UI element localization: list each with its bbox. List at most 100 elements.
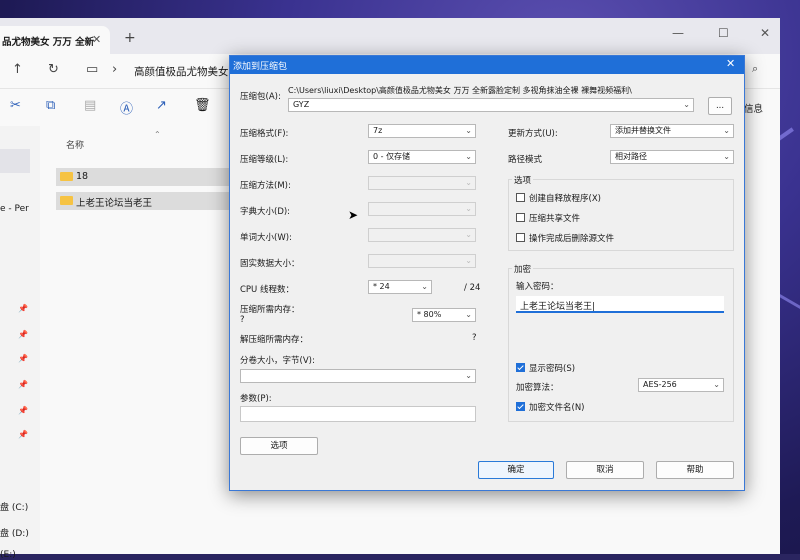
show-password-label[interactable]: 显示密码(S) xyxy=(529,362,575,374)
chevron-right-icon[interactable]: › xyxy=(112,62,117,77)
memory-usage-combo[interactable]: * 80% ⌄ xyxy=(412,308,476,322)
options-button[interactable]: 选项 xyxy=(240,437,318,455)
chevron-down-icon: ⌄ xyxy=(421,282,428,291)
archive-name-value: GYZ xyxy=(293,100,310,109)
pin-icon: 📌 xyxy=(18,330,28,339)
rename-icon[interactable]: Ⓐ xyxy=(120,98,133,117)
archive-path: C:\Users\liuxi\Desktop\高颜值极品尤物美女 万万 全新露脸… xyxy=(288,86,632,95)
search-icon[interactable]: ⌕ xyxy=(752,62,758,76)
details-label[interactable]: 信息 xyxy=(744,101,763,115)
format-combo[interactable]: 7z ⌄ xyxy=(368,124,476,138)
sidebar-selected-item[interactable] xyxy=(0,149,30,173)
split-size-label: 分卷大小，字节(V): xyxy=(240,356,315,366)
parameters-input[interactable] xyxy=(240,406,476,422)
update-mode-label: 更新方式(U): xyxy=(508,129,558,139)
cancel-button[interactable]: 取消 xyxy=(566,461,644,479)
mouse-pointer-icon: ➤ xyxy=(348,208,359,222)
help-button[interactable]: 帮助 xyxy=(656,461,734,479)
dict-size-label: 字典大小(D): xyxy=(240,207,291,217)
copy-icon[interactable]: ⧉ xyxy=(46,98,55,113)
decompress-memory-value: ? xyxy=(472,333,477,343)
shared-files-checkbox-label[interactable]: 压缩共享文件 xyxy=(529,212,580,224)
word-size-combo[interactable]: ⌄ xyxy=(368,228,476,242)
maximize-icon[interactable]: ☐ xyxy=(718,26,729,40)
method-combo[interactable]: ⌄ xyxy=(368,176,476,190)
sfx-checkbox-label[interactable]: 创建自释放程序(X) xyxy=(529,192,601,204)
dialog-title-bar: 添加到压缩包 ✕ xyxy=(230,56,744,74)
sidebar-item-drive-d[interactable]: 盘 (D:) xyxy=(0,526,29,539)
encryption-method-value: AES-256 xyxy=(643,380,677,389)
sfx-checkbox[interactable] xyxy=(516,193,525,202)
solid-size-combo[interactable]: ⌄ xyxy=(368,254,476,268)
cpu-threads-value: * 24 xyxy=(373,282,390,291)
cpu-threads-combo[interactable]: * 24 ⌄ xyxy=(368,280,432,294)
dialog-title: 添加到压缩包 xyxy=(233,62,288,72)
sidebar-item-drive-e[interactable]: (E:) xyxy=(0,550,16,560)
pin-icon: 📌 xyxy=(18,354,28,363)
update-mode-value: 添加并替换文件 xyxy=(615,126,671,135)
chevron-down-icon: ⌄ xyxy=(465,371,472,380)
cpu-threads-total: / 24 xyxy=(464,283,481,293)
sidebar-item-drive-c[interactable]: 盘 (C:) xyxy=(0,500,28,513)
file-name: 上老王论坛当老王 xyxy=(76,198,153,209)
encryption-group-title: 加密 xyxy=(512,263,534,275)
level-combo[interactable]: 0 - 仅存储 ⌄ xyxy=(368,150,476,164)
level-value: 0 - 仅存储 xyxy=(373,152,411,161)
tab-title: 品尤物美女 万万 全新 xyxy=(2,37,95,48)
method-label: 压缩方法(M): xyxy=(240,181,291,191)
show-password-checkbox[interactable] xyxy=(516,363,525,372)
path-mode-label: 路径模式 xyxy=(508,155,543,165)
ok-button[interactable]: 确定 xyxy=(478,461,554,479)
minimize-icon[interactable]: — xyxy=(672,26,684,40)
monitor-icon[interactable]: ▭ xyxy=(86,62,98,77)
new-tab-icon[interactable]: + xyxy=(124,30,136,46)
paste-icon[interactable]: ▤ xyxy=(84,98,96,113)
path-mode-value: 相对路径 xyxy=(615,152,647,161)
encryption-method-combo[interactable]: AES-256 ⌄ xyxy=(638,378,724,392)
encrypt-names-label[interactable]: 加密文件名(N) xyxy=(529,401,585,413)
share-icon[interactable]: ↗ xyxy=(156,98,167,113)
chevron-down-icon: ⌄ xyxy=(465,310,472,319)
path-mode-combo[interactable]: 相对路径 ⌄ xyxy=(610,150,734,164)
parameters-label: 参数(P): xyxy=(240,394,272,404)
close-dialog-icon[interactable]: ✕ xyxy=(726,57,735,70)
up-arrow-icon[interactable]: ↑ xyxy=(12,62,23,77)
format-value: 7z xyxy=(373,126,383,135)
pin-icon: 📌 xyxy=(18,304,28,313)
close-window-icon[interactable]: ✕ xyxy=(760,26,770,40)
pin-icon: 📌 xyxy=(18,380,28,389)
archive-name-combo[interactable]: GYZ ⌄ xyxy=(288,98,694,112)
list-item[interactable]: 18 xyxy=(56,168,232,186)
delete-after-checkbox-label[interactable]: 操作完成后删除源文件 xyxy=(529,232,614,244)
refresh-icon[interactable]: ↻ xyxy=(48,62,59,77)
delete-icon[interactable]: 🗑 xyxy=(194,98,211,113)
dict-size-combo[interactable]: ⌄ xyxy=(368,202,476,216)
shared-files-checkbox[interactable] xyxy=(516,213,525,222)
password-input[interactable]: 上老王论坛当老王| xyxy=(516,296,724,313)
encrypt-names-checkbox[interactable] xyxy=(516,402,525,411)
folder-icon xyxy=(60,172,73,181)
add-to-archive-dialog: 添加到压缩包 ✕ 压缩包(A): C:\Users\liuxi\Desktop\… xyxy=(229,55,745,491)
sidebar-item-onedrive[interactable]: e - Per xyxy=(0,204,29,214)
cut-icon[interactable]: ✂ xyxy=(10,98,21,113)
browse-button[interactable]: ... xyxy=(708,97,732,115)
compress-memory-label: 压缩所需内存： xyxy=(240,305,300,315)
memory-usage-value: * 80% xyxy=(417,310,442,319)
archive-label: 压缩包(A): xyxy=(240,92,281,102)
chevron-down-icon: ⌄ xyxy=(465,178,472,187)
password-label: 输入密码： xyxy=(516,282,559,292)
decompress-memory-label: 解压缩所需内存： xyxy=(240,335,309,345)
options-group-title: 选项 xyxy=(512,174,534,186)
breadcrumb[interactable]: 高颜值极品尤物美女 xyxy=(134,64,229,79)
explorer-tab[interactable]: 品尤物美女 万万 全新 ✕ xyxy=(0,26,110,54)
chevron-down-icon: ⌄ xyxy=(465,204,472,213)
pin-icon: 📌 xyxy=(18,406,28,415)
list-item[interactable]: 上老王论坛当老王 xyxy=(56,192,232,210)
chevron-down-icon[interactable]: ⌄ xyxy=(683,99,690,111)
update-mode-combo[interactable]: 添加并替换文件 ⌄ xyxy=(610,124,734,138)
compress-memory-value: ? xyxy=(240,315,245,325)
split-size-combo[interactable]: ⌄ xyxy=(240,369,476,383)
close-tab-icon[interactable]: ✕ xyxy=(92,33,101,46)
delete-after-checkbox[interactable] xyxy=(516,233,525,242)
column-header-name[interactable]: 名称 xyxy=(66,138,84,151)
